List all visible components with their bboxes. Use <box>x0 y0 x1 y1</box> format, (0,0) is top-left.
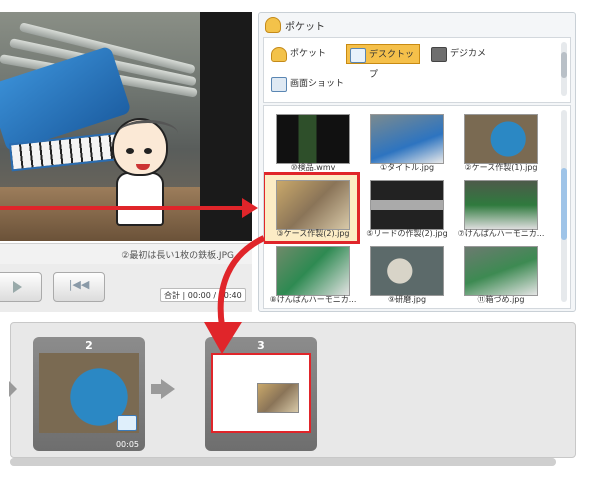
clip-drop-target[interactable] <box>211 353 311 433</box>
pocket-icon <box>271 47 287 62</box>
dropped-thumbnail <box>257 383 299 413</box>
rewind-button[interactable]: |◀◀ <box>53 272 105 302</box>
annotation-arrow-line <box>0 206 244 210</box>
thumbnail-image <box>464 114 538 164</box>
thumbnail-label: ⑦けんばんハーモニカ... <box>457 229 545 238</box>
thumbnail-label: ⑤リードの作製(2).jpg <box>366 229 448 238</box>
thumbnail-item[interactable]: ①タイトル.jpg <box>362 112 452 174</box>
thumbnail-image <box>370 246 444 296</box>
tab-camera[interactable]: デジカメ <box>428 44 498 64</box>
camera-icon <box>431 47 447 62</box>
tab-label: デジカメ <box>450 49 487 59</box>
thumbnail-item[interactable]: ⑧けんばんハーモニカ... <box>268 244 358 306</box>
thumbnail-item[interactable]: ⑨研磨.jpg <box>362 244 452 306</box>
thumbnail-scrollbar[interactable] <box>561 110 567 302</box>
thumbnail-image <box>276 114 350 164</box>
thumbnail-label: ⑪箱づめ.jpg <box>477 295 525 304</box>
screenshot-icon <box>271 77 287 92</box>
thumbnail-item[interactable]: ⑦けんばんハーモニカ... <box>456 178 546 240</box>
thumbnail-image <box>464 180 538 230</box>
thumbnail-label: ⑨研磨.jpg <box>387 295 427 304</box>
clip-number: 2 <box>85 339 93 352</box>
tab-label: ポケット <box>290 49 327 59</box>
thumbnail-item[interactable]: ⑪箱づめ.jpg <box>456 244 546 306</box>
thumbnail-item[interactable]: ②ケース作製(1).jpg <box>456 112 546 174</box>
thumbnail-image <box>464 246 538 296</box>
storyboard-timeline: 2 00:05 3 <box>9 322 576 458</box>
pocket-panel: ポケット ポケット デスクトップ デジカメ 画面ショット ⑩検品.wmv ①タイ… <box>258 12 576 312</box>
annotation-curve-arrow-icon <box>204 235 266 354</box>
tabs-scrollbar[interactable] <box>561 42 567 96</box>
tab-desktop[interactable]: デスクトップ <box>346 44 420 80</box>
timeline-clip[interactable]: 2 00:05 <box>33 337 145 451</box>
thumbnail-item[interactable]: ⑤リードの作製(2).jpg <box>362 178 452 240</box>
thumbnail-label: ①タイトル.jpg <box>379 163 435 172</box>
scroll-left-icon[interactable] <box>9 381 17 397</box>
desktop-icon <box>350 48 366 63</box>
transition-arrow-icon <box>161 379 175 399</box>
thumbnail-item[interactable]: ⑩検品.wmv <box>268 112 358 174</box>
thumbnail-item-selected[interactable]: ③ケース作製(2).jpg <box>264 172 360 244</box>
tab-pocket[interactable]: ポケット <box>268 44 338 64</box>
play-icon <box>13 281 22 293</box>
thumbnail-image <box>370 114 444 164</box>
thumbnail-image <box>276 246 350 296</box>
source-tabs: ポケット デスクトップ デジカメ 画面ショット <box>263 37 571 103</box>
app-window: ②最初は長い1枚の鉄板.JPG |◀◀ 合計 | 00:00 / 00:40 ポ… <box>0 0 589 487</box>
photo-icon <box>117 415 137 431</box>
thumbnail-grid: ⑩検品.wmv ①タイトル.jpg ②ケース作製(1).jpg ③ケース作製(2… <box>263 105 571 309</box>
thumbnail-label: ②ケース作製(1).jpg <box>464 163 538 172</box>
pocket-header: ポケット <box>259 13 575 35</box>
play-button[interactable] <box>0 272 42 302</box>
rewind-icon: |◀◀ <box>68 278 90 291</box>
tab-label: デスクトップ <box>369 50 415 80</box>
thumbnail-image <box>276 180 350 230</box>
thumbnail-image <box>370 180 444 230</box>
timeline-scrollbar[interactable] <box>10 458 556 466</box>
annotation-arrow-icon <box>242 198 258 218</box>
pocket-icon <box>265 17 281 33</box>
pocket-title: ポケット <box>285 22 325 33</box>
clip-duration: 00:05 <box>115 440 139 449</box>
total-label: 合計 <box>164 291 180 300</box>
tab-label: 画面ショット <box>290 79 345 89</box>
tab-screenshot[interactable]: 画面ショット <box>268 74 348 94</box>
